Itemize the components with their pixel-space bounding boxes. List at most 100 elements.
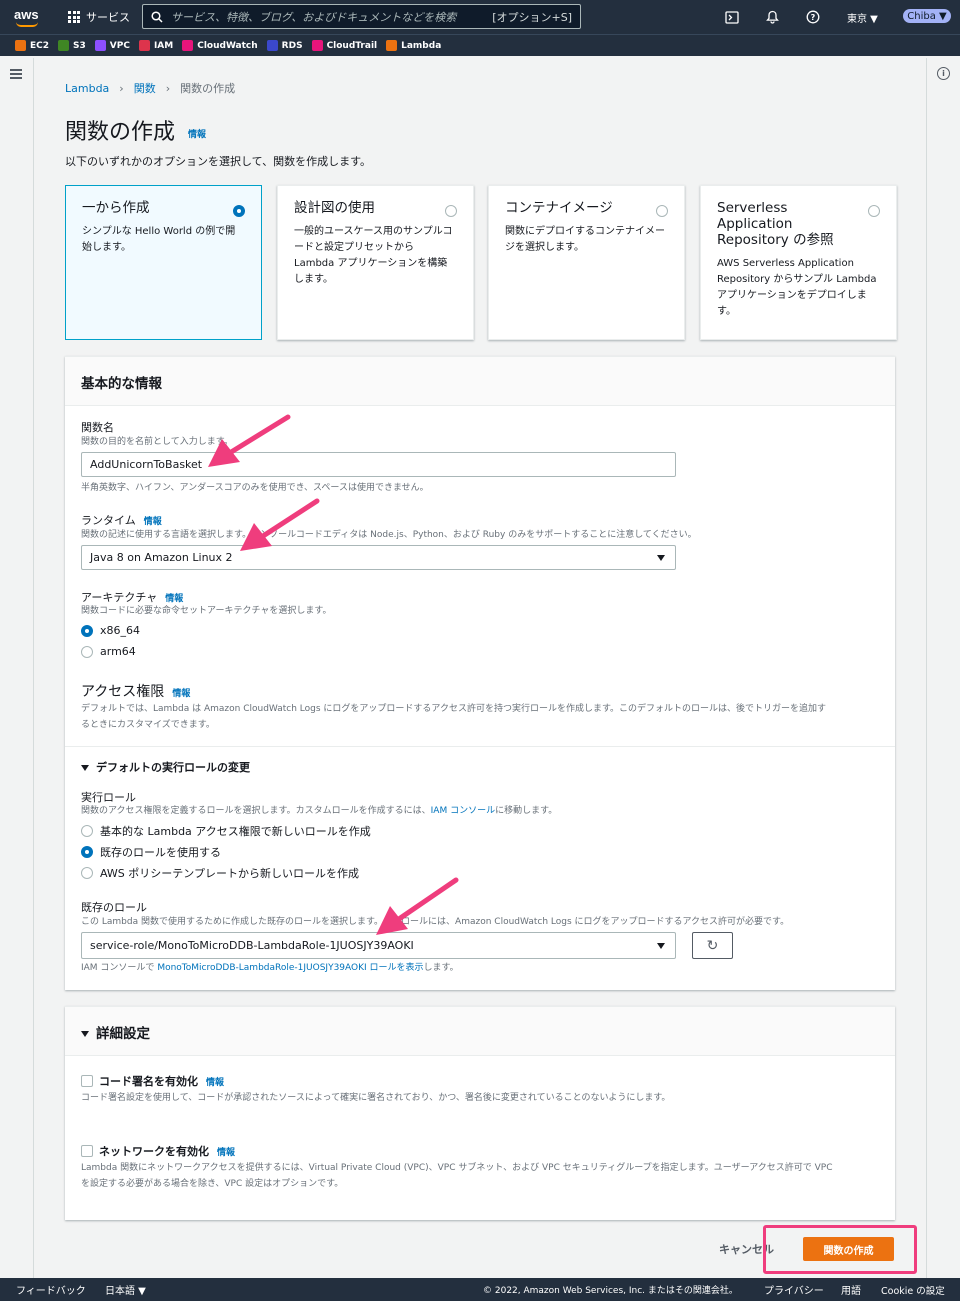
iam-console-link[interactable]: IAM コンソール xyxy=(431,806,495,816)
runtime-select[interactable]: Java 8 on Amazon Linux 2 xyxy=(81,545,676,570)
function-name-desc: 関数の目的を名前として入力します。 xyxy=(81,437,233,447)
option-title: Serverless Application Repository の参照 xyxy=(717,200,834,248)
permissions-label: アクセス権限 xyxy=(81,684,165,700)
network-checkbox[interactable] xyxy=(81,1145,93,1157)
fav-cloudtrail[interactable]: CloudTrail xyxy=(311,40,377,51)
page-info-link[interactable]: 情報 xyxy=(188,127,206,140)
radio[interactable] xyxy=(81,645,93,658)
radio[interactable] xyxy=(81,825,93,837)
radio-selected[interactable] xyxy=(81,624,93,637)
existing-role-label: 既存のロール xyxy=(81,901,147,914)
fav-vpc[interactable]: VPC xyxy=(94,40,130,51)
advanced-settings-panel: 詳細設定 コード署名を有効化 情報 コード署名設定を使用して、コードが承認されたソ… xyxy=(65,1006,895,1220)
search-shortcut: [オプション+S] xyxy=(492,10,572,24)
radio[interactable] xyxy=(81,867,93,879)
refresh-button[interactable]: ↻ xyxy=(692,932,733,959)
basic-info-heading: 基本的な情報 xyxy=(65,357,895,406)
terms-link[interactable]: 用語 xyxy=(841,1282,861,1297)
option-serverless-repo[interactable]: Serverless Application Repository の参照 AW… xyxy=(700,185,897,340)
caret-down-icon xyxy=(81,1031,89,1037)
option-desc: シンプルな Hello World の例で開始します。 xyxy=(82,226,236,253)
privacy-link[interactable]: プライバシー xyxy=(764,1282,824,1297)
advanced-settings-toggle[interactable]: 詳細設定 xyxy=(65,1007,895,1056)
option-radio[interactable] xyxy=(868,205,880,217)
services-menu[interactable]: サービス xyxy=(68,9,130,25)
menu-icon[interactable] xyxy=(10,69,22,79)
option-radio[interactable] xyxy=(445,205,457,217)
sidebar-divider xyxy=(33,58,34,1278)
function-name-value: AddUnicornToBasket xyxy=(90,458,203,471)
cloudshell-icon[interactable] xyxy=(724,8,740,26)
cloudwatch-icon xyxy=(182,40,194,51)
code-signing-label: コード署名を有効化 xyxy=(99,1075,198,1088)
option-author-from-scratch[interactable]: 一から作成 シンプルな Hello World の例で開始します。 xyxy=(65,185,262,340)
existing-role-value: service-role/MonoToMicroDDB-LambdaRole-1… xyxy=(90,939,414,952)
arch-option-x86[interactable]: x86_64 xyxy=(81,624,140,637)
option-container-image[interactable]: コンテナイメージ 関数にデプロイするコンテナイメージを選択します。 xyxy=(488,185,685,340)
role-option-policy-template[interactable]: AWS ポリシーテンプレートから新しいロールを作成 xyxy=(81,865,359,881)
search-placeholder: サービス、特徴、ブログ、およびドキュメントなどを検索 xyxy=(171,10,457,24)
breadcrumb-current: 関数の作成 xyxy=(180,82,236,95)
network-info-link[interactable]: 情報 xyxy=(217,1148,235,1158)
breadcrumb: Lambda › 関数 › 関数の作成 xyxy=(65,80,235,96)
ec2-icon xyxy=(15,40,26,51)
existing-role-select[interactable]: service-role/MonoToMicroDDB-LambdaRole-1… xyxy=(81,932,676,959)
option-radio[interactable] xyxy=(656,205,668,217)
iam-icon xyxy=(138,40,150,51)
cloudtrail-icon xyxy=(311,40,323,51)
breadcrumb-functions[interactable]: 関数 xyxy=(134,80,156,96)
architecture-desc: 関数コードに必要な命令セットアーキテクチャを選択します。 xyxy=(81,606,332,616)
feedback-link[interactable]: フィードバック xyxy=(16,1282,86,1297)
permissions-info-link[interactable]: 情報 xyxy=(172,689,190,699)
option-title: コンテナイメージ xyxy=(505,200,613,216)
fav-ec2[interactable]: EC2 xyxy=(15,40,49,51)
fav-s3[interactable]: S3 xyxy=(58,40,86,51)
favorites-bar: EC2 S3 VPC IAM CloudWatch RDS CloudTrail… xyxy=(0,34,960,56)
search-input[interactable]: サービス、特徴、ブログ、およびドキュメントなどを検索 [オプション+S] xyxy=(142,4,581,29)
chevron-right-icon: › xyxy=(165,81,171,95)
existing-role-desc: この Lambda 関数で使用するために作成した既存のロールを選択します。このロ… xyxy=(81,917,790,927)
permissions-desc-line2: るときにカスタマイズできます。 xyxy=(81,720,215,730)
radio-selected[interactable] xyxy=(81,846,93,858)
runtime-value: Java 8 on Amazon Linux 2 xyxy=(90,551,233,564)
region-selector[interactable]: 東京 ▼ xyxy=(847,10,878,25)
copyright-text: © 2022, Amazon Web Services, Inc. またはその関… xyxy=(483,1286,738,1296)
option-desc: 関数にデプロイするコンテナイメージを選択します。 xyxy=(505,226,665,253)
fav-cloudwatch[interactable]: CloudWatch xyxy=(182,40,258,51)
code-signing-checkbox[interactable] xyxy=(81,1075,93,1087)
svg-text:?: ? xyxy=(811,13,816,22)
fav-iam[interactable]: IAM xyxy=(138,40,173,51)
option-title: 設計図の使用 xyxy=(294,200,375,216)
page-description: 以下のいずれかのオプションを選択して、関数を作成します。 xyxy=(65,155,372,168)
bell-icon[interactable] xyxy=(764,8,780,26)
language-selector[interactable]: 日本語 ▼ xyxy=(105,1282,146,1297)
runtime-label: ランタイム xyxy=(81,514,136,527)
cookie-settings-link[interactable]: Cookie の設定 xyxy=(881,1283,945,1297)
fav-lambda[interactable]: Lambda xyxy=(386,40,441,51)
code-signing-desc: コード署名設定を使用して、コードが承認されたソースによって確実に署名されており、… xyxy=(81,1093,671,1103)
aws-logo[interactable]: aws xyxy=(14,7,42,27)
view-role-link[interactable]: MonoToMicroDDB-LambdaRole-1JUOSJY39AOKI … xyxy=(157,963,423,973)
option-radio[interactable] xyxy=(233,205,245,217)
runtime-info-link[interactable]: 情報 xyxy=(144,517,162,527)
role-option-existing[interactable]: 既存のロールを使用する xyxy=(81,844,221,860)
network-desc-line2: を設定する必要がある場合を除き、VPC 設定はオプションです。 xyxy=(81,1179,344,1189)
function-name-input[interactable]: AddUnicornToBasket xyxy=(81,452,676,477)
exec-role-desc: 関数のアクセス権限を定義するロールを選択します。カスタムロールを作成するには、I… xyxy=(81,806,558,816)
vpc-icon xyxy=(94,40,106,51)
breadcrumb-lambda[interactable]: Lambda xyxy=(65,82,109,95)
info-panel-icon[interactable]: i xyxy=(937,67,950,80)
fav-rds[interactable]: RDS xyxy=(266,40,303,51)
help-icon[interactable]: ? xyxy=(805,8,821,26)
role-option-new-basic[interactable]: 基本的な Lambda アクセス権限で新しいロールを作成 xyxy=(81,823,371,839)
code-signing-info-link[interactable]: 情報 xyxy=(206,1078,224,1088)
role-toggle[interactable]: デフォルトの実行ロールの変更 xyxy=(81,759,250,775)
account-menu[interactable]: Chiba ▼ xyxy=(903,9,951,23)
option-desc: AWS Serverless Application Repository から… xyxy=(717,258,877,317)
option-use-blueprint[interactable]: 設計図の使用 一般的ユースケース用のサンプルコードと設定プリセットから Lamb… xyxy=(277,185,474,340)
s3-icon xyxy=(58,40,70,51)
chevron-right-icon: › xyxy=(119,81,124,95)
rds-icon xyxy=(266,40,278,51)
arch-option-arm64[interactable]: arm64 xyxy=(81,645,136,658)
iam-role-note: IAM コンソールで MonoToMicroDDB-LambdaRole-1JU… xyxy=(81,963,459,973)
